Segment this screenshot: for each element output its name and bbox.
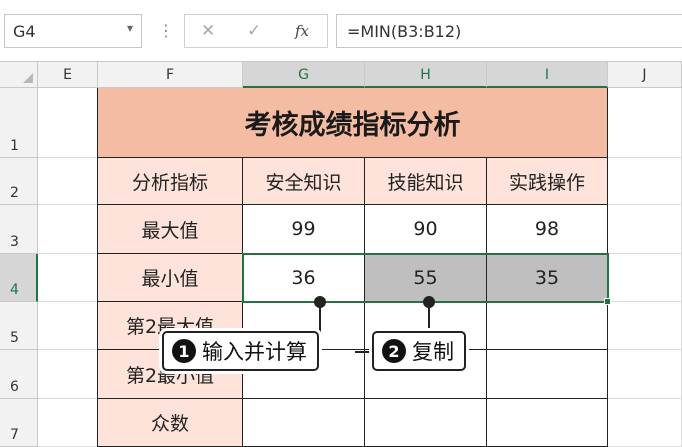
name-box[interactable]: G4 ▾ <box>4 14 142 48</box>
formula-bar: G4 ▾ ⋮ ✕ ✓ fx =MIN(B3:B12) <box>0 0 682 62</box>
gridline <box>38 349 98 350</box>
select-all-icon <box>23 73 33 83</box>
row-header-4[interactable]: 4 <box>0 254 38 302</box>
name-box-value: G4 <box>13 22 36 41</box>
enter-icon[interactable]: ✓ <box>247 21 261 41</box>
gridline <box>608 301 682 302</box>
spreadsheet-grid[interactable]: E F G H I J 1 2 3 4 5 6 7 考核成绩指标分析 分析指标 安全知识 技能知识 实践操作最大值… <box>0 62 682 447</box>
step-number-badge: 2 <box>382 339 406 363</box>
step-number-badge: 1 <box>172 339 196 363</box>
gridline <box>608 253 682 254</box>
formula-input[interactable]: =MIN(B3:B12) <box>336 14 682 48</box>
row-number: 1 <box>10 138 19 154</box>
value-cell[interactable]: 36 <box>243 254 365 302</box>
callout-anchor-dot <box>314 296 326 308</box>
gridline <box>38 301 98 302</box>
gridline <box>38 204 98 205</box>
row-number: 7 <box>10 427 19 443</box>
gridline <box>38 398 98 399</box>
row-number: 3 <box>10 234 19 250</box>
row-number: 2 <box>10 185 19 201</box>
callout-text: 复制 <box>412 340 454 364</box>
cancel-icon[interactable]: ✕ <box>201 21 215 41</box>
value-cell[interactable]: 98 <box>487 205 608 254</box>
value-cell[interactable] <box>243 399 365 447</box>
column-header-e[interactable]: E <box>38 62 98 88</box>
callout-anchor-dot <box>423 296 435 308</box>
column-header-f[interactable]: F <box>98 62 243 88</box>
value-cell[interactable]: 99 <box>243 205 365 254</box>
gridline <box>608 157 682 158</box>
gridline <box>38 253 98 254</box>
callout-2: 2 复制 <box>372 331 466 371</box>
column-header-h[interactable]: H <box>365 62 487 88</box>
insert-function-icon[interactable]: fx <box>295 22 309 40</box>
row-number: 4 <box>10 282 19 298</box>
table-header-cell[interactable]: 分析指标 <box>98 158 243 205</box>
select-all-corner[interactable] <box>0 62 38 88</box>
value-cell[interactable]: 55 <box>365 254 487 302</box>
gridline <box>608 349 682 350</box>
row-header-5[interactable]: 5 <box>0 302 38 350</box>
value-cell[interactable]: 90 <box>365 205 487 254</box>
more-options-icon[interactable]: ⋮ <box>158 17 174 45</box>
row-label-cell[interactable]: 最小值 <box>98 254 243 302</box>
value-cell[interactable] <box>487 350 608 399</box>
row-number: 5 <box>10 330 19 346</box>
row-header-6[interactable]: 6 <box>0 350 38 399</box>
callout-text: 输入并计算 <box>202 340 307 364</box>
row-label-cell[interactable]: 最大值 <box>98 205 243 254</box>
formula-text: =MIN(B3:B12) <box>347 22 462 41</box>
fill-handle[interactable] <box>604 298 611 305</box>
value-cell[interactable] <box>365 399 487 447</box>
gridline <box>608 398 682 399</box>
column-header-i[interactable]: I <box>487 62 608 88</box>
table-header-cell[interactable]: 安全知识 <box>243 158 365 205</box>
formula-buttons: ✕ ✓ fx <box>184 14 328 48</box>
row-header-1[interactable]: 1 <box>0 88 38 158</box>
value-cell[interactable] <box>487 399 608 447</box>
gridline <box>38 157 98 158</box>
row-label-cell[interactable]: 众数 <box>98 399 243 447</box>
table-header-cell[interactable]: 实践操作 <box>487 158 608 205</box>
row-header-7[interactable]: 7 <box>0 399 38 447</box>
row-header-2[interactable]: 2 <box>0 158 38 205</box>
row-number: 6 <box>10 379 19 395</box>
callout-1: 1 输入并计算 <box>162 331 319 371</box>
table-header-cell[interactable]: 技能知识 <box>365 158 487 205</box>
table-title: 考核成绩指标分析 <box>98 88 608 158</box>
value-cell[interactable]: 35 <box>487 254 608 302</box>
row-header-3[interactable]: 3 <box>0 205 38 254</box>
value-cell[interactable] <box>487 302 608 350</box>
chevron-down-icon[interactable]: ▾ <box>127 21 133 35</box>
column-header-g[interactable]: G <box>243 62 365 88</box>
gridline <box>608 204 682 205</box>
column-header-j[interactable]: J <box>608 62 682 88</box>
